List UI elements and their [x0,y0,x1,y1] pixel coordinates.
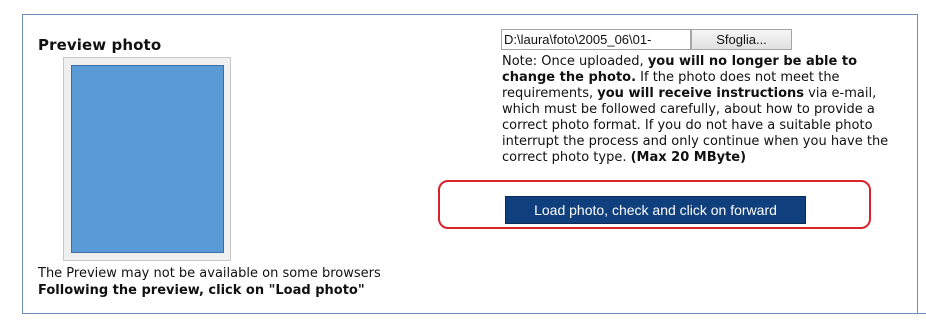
preview-browser-note: The Preview may not be available on some… [38,266,381,281]
load-photo-button[interactable]: Load photo, check and click on forward [505,196,806,224]
preview-image [71,65,224,253]
file-path-input[interactable]: D:\laura\foto\2005_06\01- [501,29,691,50]
browse-button[interactable]: Sfoglia... [691,29,792,50]
panel-divider [22,313,926,314]
note-bold-max-size: (Max 20 MByte) [630,150,747,165]
upload-note: Note: Once uploaded, you will no longer … [502,54,912,166]
section-title: Preview photo [38,36,162,54]
note-bold-instructions: you will receive instructions [597,86,805,101]
note-intro: Note: Once uploaded, [502,54,648,69]
preview-instruction: Following the preview, click on "Load ph… [38,283,365,298]
